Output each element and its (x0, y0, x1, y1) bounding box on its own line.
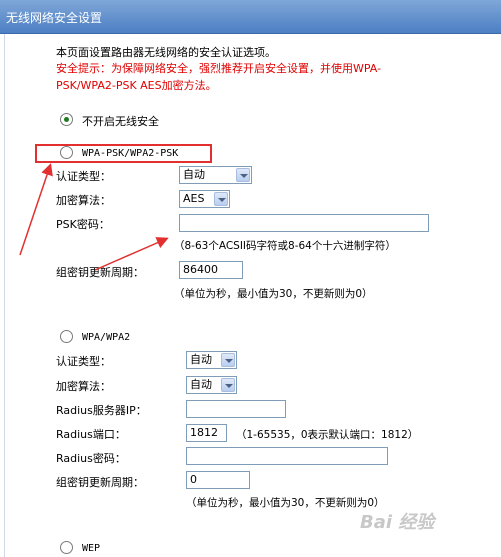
annotation-arrows (19, 163, 169, 271)
arrow-to-psk-password (94, 237, 169, 271)
baidu-watermark: Bai 经验 (360, 512, 435, 533)
arrow-to-psk-option (19, 163, 53, 256)
